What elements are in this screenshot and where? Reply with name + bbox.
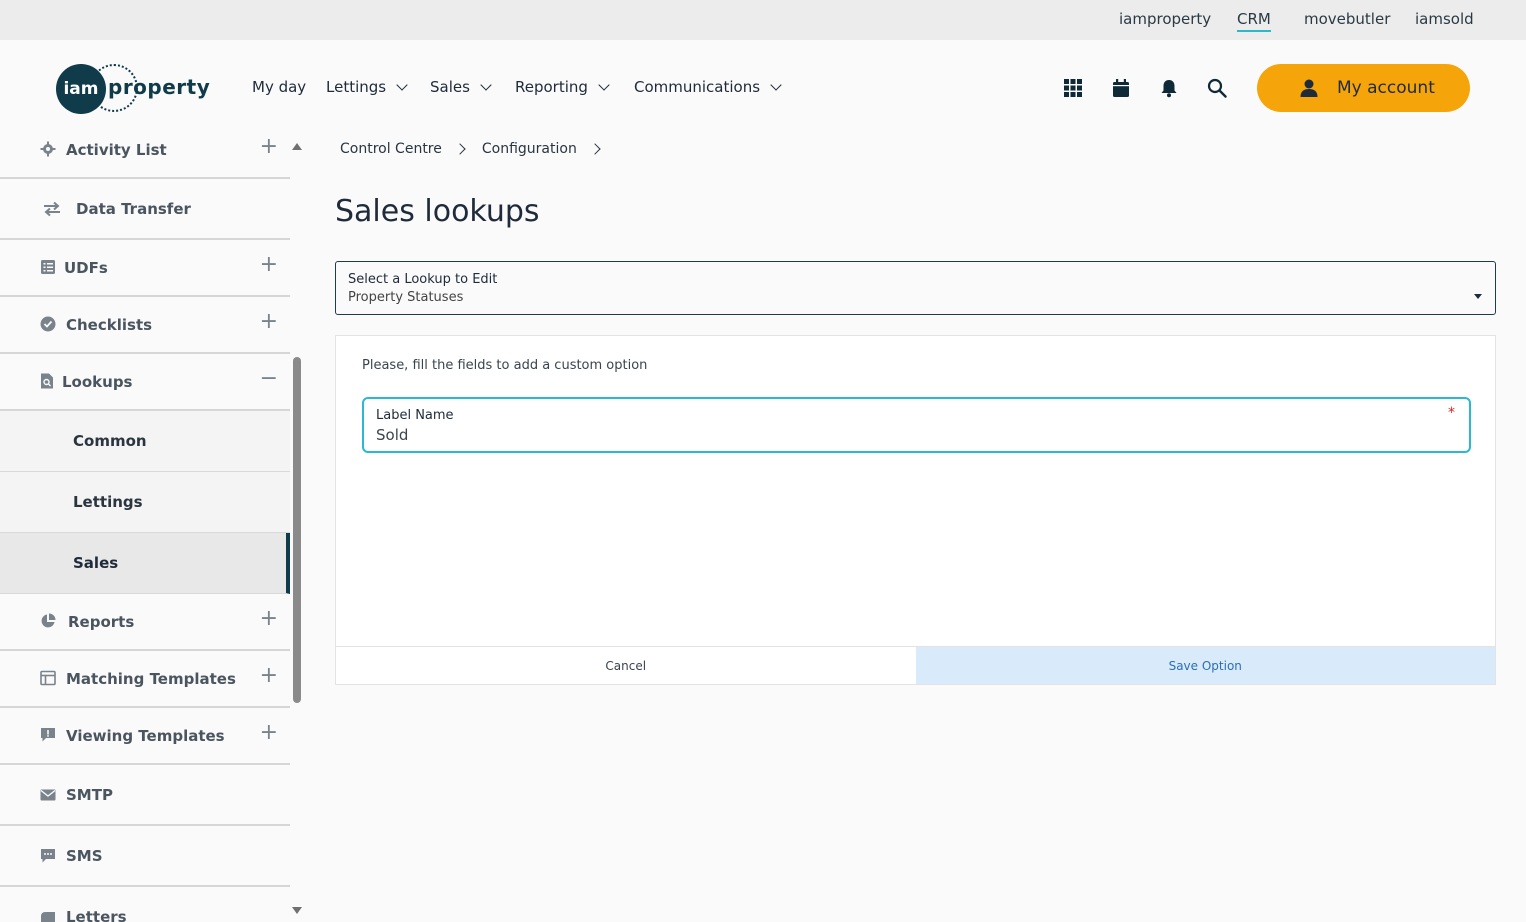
nav-lettings[interactable]: Lettings <box>326 78 408 96</box>
sidebar-item-reports[interactable]: Reports + <box>0 594 290 651</box>
envelope-icon <box>40 789 56 801</box>
sidebar-item-smtp[interactable]: SMTP <box>0 765 290 826</box>
chevron-down-icon <box>396 78 408 91</box>
caret-down-icon <box>1474 294 1482 299</box>
lookup-select[interactable]: Select a Lookup to Edit Property Statuse… <box>335 261 1496 315</box>
control-centre-sidebar: Activity List + Data Transfer UDFs + Che… <box>0 120 290 922</box>
sidebar-item-label: Data Transfer <box>76 200 191 218</box>
sidebar-subitem-lettings[interactable]: Lettings <box>0 472 290 533</box>
save-option-button[interactable]: Save Option <box>915 647 1495 684</box>
logo-word: property <box>108 75 211 99</box>
sidebar-item-letters[interactable]: Letters <box>0 887 290 922</box>
logo-mark: iam <box>56 64 106 114</box>
chevron-down-icon <box>770 78 782 91</box>
nav-sales[interactable]: Sales <box>430 78 492 96</box>
brand-link-crm[interactable]: CRM <box>1237 10 1271 32</box>
bell-icon[interactable] <box>1159 78 1179 98</box>
breadcrumb-configuration[interactable]: Configuration <box>482 141 577 157</box>
sidebar-item-data-transfer[interactable]: Data Transfer <box>0 179 290 240</box>
label-name-field[interactable]: Label Name * <box>362 397 1471 453</box>
sidebar-item-label: SMTP <box>66 786 113 804</box>
expand-plus-icon[interactable]: + <box>260 252 278 277</box>
my-account-label: My account <box>1337 78 1435 98</box>
sidebar-subitem-common[interactable]: Common <box>0 411 290 472</box>
alert-message-icon <box>41 728 55 742</box>
chevron-down-icon <box>598 78 610 91</box>
lookup-select-value: Property Statuses <box>348 290 464 305</box>
custom-option-form: Please, fill the fields to add a custom … <box>335 335 1496 685</box>
chevron-down-icon <box>480 78 492 91</box>
sidebar-item-matching-templates[interactable]: Matching Templates + <box>0 651 290 708</box>
sidebar-item-label: UDFs <box>64 259 108 277</box>
sidebar-item-label: Viewing Templates <box>66 727 225 745</box>
file-search-icon <box>41 373 53 389</box>
chevron-right-icon <box>454 143 466 155</box>
nav-sales-label: Sales <box>430 78 470 96</box>
sidebar-item-activity-list[interactable]: Activity List + <box>0 120 290 179</box>
label-name-label: Label Name <box>376 408 454 423</box>
mailbox-icon <box>41 912 55 922</box>
template-icon <box>40 670 56 686</box>
sidebar-subitem-sales[interactable]: Sales <box>0 533 290 594</box>
transfer-arrows-icon <box>44 201 60 217</box>
chevron-right-icon <box>589 143 601 155</box>
check-circle-icon <box>40 316 56 332</box>
brand-link-iamsold[interactable]: iamsold <box>1415 10 1474 28</box>
brand-link-iamproperty[interactable]: iamproperty <box>1119 10 1211 28</box>
nav-reporting[interactable]: Reporting <box>515 78 610 96</box>
iamproperty-logo[interactable]: iam property <box>56 64 210 114</box>
scroll-up-arrow-icon[interactable] <box>292 143 302 150</box>
nav-my-day-label: My day <box>252 78 307 96</box>
nav-my-day[interactable]: My day <box>252 78 306 96</box>
label-name-input[interactable] <box>376 426 1376 444</box>
gear-icon <box>40 141 56 157</box>
top-brand-bar: iamproperty CRM movebutler iamsold <box>0 0 1526 40</box>
sidebar-subitem-label: Common <box>73 432 147 450</box>
sidebar-item-label: Lookups <box>62 373 133 391</box>
sidebar-item-label: Activity List <box>66 141 167 159</box>
calendar-icon[interactable] <box>1111 78 1131 98</box>
sidebar-item-label: Letters <box>66 908 127 922</box>
expand-plus-icon[interactable]: + <box>260 720 278 745</box>
list-icon <box>41 260 55 274</box>
sidebar-item-lookups[interactable]: Lookups − <box>0 354 290 411</box>
cancel-button[interactable]: Cancel <box>336 647 916 684</box>
pie-chart-icon <box>41 613 56 628</box>
sidebar-item-checklists[interactable]: Checklists + <box>0 297 290 354</box>
sidebar-subitem-label: Sales <box>73 554 119 572</box>
sidebar-item-sms[interactable]: SMS <box>0 826 290 887</box>
breadcrumb: Control Centre Configuration <box>340 141 617 157</box>
expand-plus-icon[interactable]: + <box>260 606 278 631</box>
user-icon <box>1300 79 1318 97</box>
nav-communications-label: Communications <box>634 78 761 96</box>
brand-link-movebutler[interactable]: movebutler <box>1304 10 1390 28</box>
breadcrumb-control-centre[interactable]: Control Centre <box>340 141 442 157</box>
expand-plus-icon[interactable]: + <box>260 134 278 159</box>
nav-lettings-label: Lettings <box>326 78 387 96</box>
my-account-button[interactable]: My account <box>1257 64 1470 112</box>
sidebar-item-label: Matching Templates <box>66 670 236 688</box>
sidebar-scrollbar-thumb[interactable] <box>293 357 301 703</box>
page-title: Sales lookups <box>335 194 540 229</box>
scroll-down-arrow-icon[interactable] <box>292 907 302 914</box>
sidebar-item-viewing-templates[interactable]: Viewing Templates + <box>0 708 290 765</box>
nav-communications[interactable]: Communications <box>634 78 782 96</box>
nav-reporting-label: Reporting <box>515 78 588 96</box>
sidebar-item-udfs[interactable]: UDFs + <box>0 240 290 297</box>
form-actions: Cancel Save Option <box>336 646 1495 684</box>
sidebar-item-label: Reports <box>68 613 135 631</box>
sidebar-item-label: Checklists <box>66 316 153 334</box>
apps-grid-icon[interactable] <box>1063 78 1083 98</box>
search-icon[interactable] <box>1207 78 1227 98</box>
expand-plus-icon[interactable]: + <box>260 309 278 334</box>
sidebar-item-label: SMS <box>66 847 103 865</box>
required-asterisk: * <box>1448 405 1455 421</box>
sidebar-subitem-label: Lettings <box>73 493 143 511</box>
sms-bubble-icon <box>41 849 55 863</box>
form-hint: Please, fill the fields to add a custom … <box>362 358 648 373</box>
expand-plus-icon[interactable]: + <box>260 663 278 688</box>
collapse-minus-icon[interactable]: − <box>260 366 278 391</box>
lookup-select-label: Select a Lookup to Edit <box>348 272 498 287</box>
